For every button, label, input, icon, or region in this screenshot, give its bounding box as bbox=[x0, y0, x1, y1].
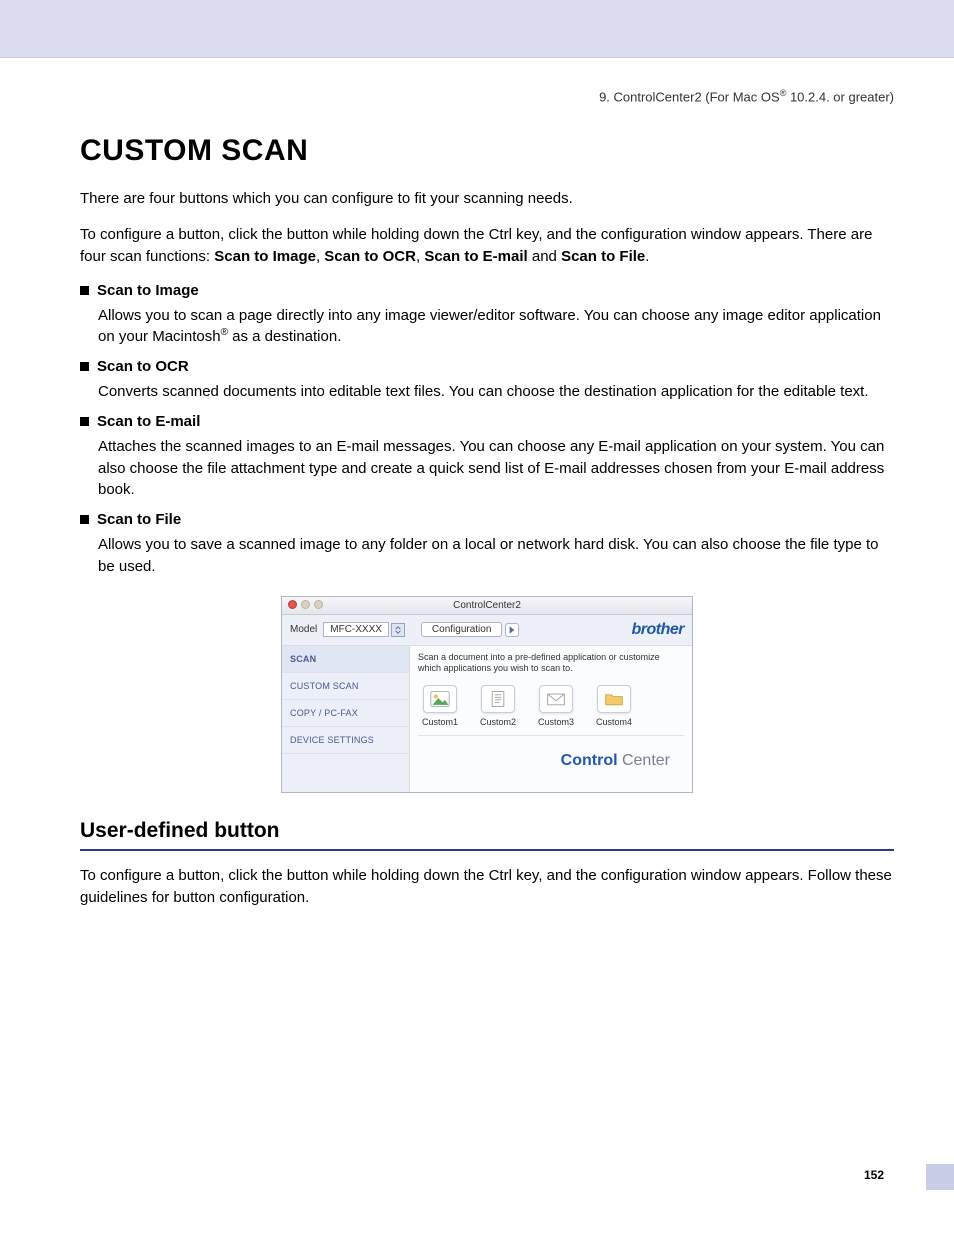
hint-text: Scan a document into a pre-defined appli… bbox=[418, 652, 684, 675]
zoom-icon[interactable] bbox=[314, 600, 323, 609]
minimize-icon[interactable] bbox=[301, 600, 310, 609]
custom1-button[interactable]: Custom1 bbox=[422, 685, 458, 727]
item-head-scan-to-image: Scan to Image bbox=[80, 282, 894, 299]
bullet-icon bbox=[80, 417, 89, 426]
sidebar: SCAN CUSTOM SCAN COPY / PC-FAX DEVICE SE… bbox=[282, 646, 410, 792]
running-header: 9. ControlCenter2 (For Mac OS® 10.2.4. o… bbox=[80, 88, 894, 104]
window-toolbar: Model MFC-XXXX Configuration brother bbox=[282, 615, 692, 646]
content-pane: Scan a document into a pre-defined appli… bbox=[410, 646, 692, 792]
chevron-right-icon bbox=[505, 623, 519, 637]
custom1-label: Custom1 bbox=[422, 717, 458, 727]
page-number: 152 bbox=[80, 1168, 894, 1182]
item-head-scan-to-file: Scan to File bbox=[80, 511, 894, 528]
item-body-scan-to-image: Allows you to scan a page directly into … bbox=[98, 305, 894, 349]
header-text-a: 9. ControlCenter2 (For Mac OS bbox=[599, 89, 780, 104]
window-title: ControlCenter2 bbox=[453, 600, 521, 611]
folder-icon bbox=[597, 685, 631, 713]
intro-paragraph-1: There are four buttons which you can con… bbox=[80, 188, 894, 210]
bullet-icon bbox=[80, 515, 89, 524]
sidebar-item-scan[interactable]: SCAN bbox=[282, 646, 409, 673]
updown-icon bbox=[391, 623, 405, 637]
item-title: Scan to OCR bbox=[97, 358, 189, 375]
bullet-icon bbox=[80, 286, 89, 295]
custom4-label: Custom4 bbox=[596, 717, 632, 727]
item-body-scan-to-email: Attaches the scanned images to an E-mail… bbox=[98, 436, 894, 501]
header-text-b: 10.2.4. or greater) bbox=[786, 89, 894, 104]
registered-mark: ® bbox=[221, 327, 228, 338]
window-traffic-lights bbox=[288, 600, 323, 609]
top-banner bbox=[0, 0, 954, 58]
configuration-button[interactable]: Configuration bbox=[421, 622, 519, 637]
item-title: Scan to File bbox=[97, 511, 181, 528]
page-footer: 152 bbox=[80, 1168, 894, 1182]
model-label: Model bbox=[290, 624, 317, 635]
scan-to-ocr-label: Scan to OCR bbox=[324, 248, 416, 265]
window-titlebar: ControlCenter2 bbox=[282, 597, 692, 615]
custom-button-row: Custom1 Custom2 Custom3 bbox=[418, 683, 684, 733]
custom2-button[interactable]: Custom2 bbox=[480, 685, 516, 727]
section-rule bbox=[80, 849, 894, 851]
item-title: Scan to Image bbox=[97, 282, 199, 299]
intro-paragraph-2: To configure a button, click the button … bbox=[80, 224, 894, 268]
custom2-label: Custom2 bbox=[480, 717, 516, 727]
controlcenter-logo: Control Center bbox=[418, 742, 684, 782]
bullet-icon bbox=[80, 362, 89, 371]
envelope-icon bbox=[539, 685, 573, 713]
sidebar-item-custom-scan[interactable]: CUSTOM SCAN bbox=[282, 673, 409, 700]
item-body-scan-to-file: Allows you to save a scanned image to an… bbox=[98, 534, 894, 578]
document-icon bbox=[481, 685, 515, 713]
page-content: 9. ControlCenter2 (For Mac OS ® 10.2.4. o… bbox=[0, 58, 954, 1222]
model-select-value: MFC-XXXX bbox=[323, 622, 389, 637]
section-body-user-defined: To configure a button, click the button … bbox=[80, 865, 894, 909]
brother-logo: brother bbox=[632, 621, 685, 639]
image-icon bbox=[423, 685, 457, 713]
controlcenter-window: ControlCenter2 Model MFC-XXXX Configurat… bbox=[281, 596, 693, 793]
page-title: CUSTOM SCAN bbox=[80, 134, 894, 168]
sidebar-item-copy-pcfax[interactable]: COPY / PC-FAX bbox=[282, 700, 409, 727]
scan-to-file-label: Scan to File bbox=[561, 248, 645, 265]
item-head-scan-to-email: Scan to E-mail bbox=[80, 413, 894, 430]
divider bbox=[418, 735, 684, 736]
sidebar-item-device-settings[interactable]: DEVICE SETTINGS bbox=[282, 727, 409, 754]
item-title: Scan to E-mail bbox=[97, 413, 200, 430]
item-body-scan-to-ocr: Converts scanned documents into editable… bbox=[98, 381, 894, 403]
scan-to-image-label: Scan to Image bbox=[214, 248, 316, 265]
section-title-user-defined: User-defined button bbox=[80, 819, 894, 843]
screenshot-figure: ControlCenter2 Model MFC-XXXX Configurat… bbox=[80, 596, 894, 793]
item-head-scan-to-ocr: Scan to OCR bbox=[80, 358, 894, 375]
custom4-button[interactable]: Custom4 bbox=[596, 685, 632, 727]
configuration-label: Configuration bbox=[421, 622, 502, 637]
custom3-label: Custom3 bbox=[538, 717, 574, 727]
custom3-button[interactable]: Custom3 bbox=[538, 685, 574, 727]
model-select[interactable]: MFC-XXXX bbox=[323, 622, 405, 637]
close-icon[interactable] bbox=[288, 600, 297, 609]
page-tab bbox=[926, 1164, 954, 1190]
scan-to-email-label: Scan to E-mail bbox=[424, 248, 527, 265]
